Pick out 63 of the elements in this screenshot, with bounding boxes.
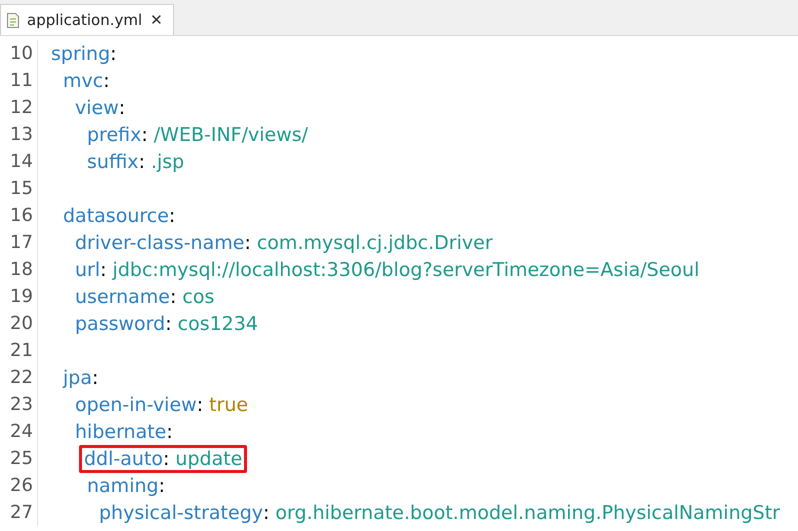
line-number: 10 [0,40,38,67]
line-number: 20 [0,310,38,337]
line-number: 19 [0,283,38,310]
colon: : [110,42,117,64]
yaml-value: update [175,448,242,470]
colon: : [92,366,98,388]
tab-title: application.yml [27,11,142,29]
colon: : [141,124,148,146]
yaml-key: view [75,96,119,118]
colon: : [170,286,176,308]
yaml-value: cos [182,286,214,308]
yaml-key: jpa [63,366,92,388]
yaml-key: hibernate [75,420,166,442]
yaml-key: prefix [87,124,142,146]
yaml-key: naming [87,474,159,496]
close-icon[interactable]: ✕ [150,11,163,29]
yaml-key: suffix [87,150,139,172]
colon: : [244,232,251,254]
colon: : [168,204,176,226]
line-number: 11 [0,67,38,94]
yaml-key: spring [51,42,110,64]
colon: : [165,312,172,334]
yaml-key: url [75,258,100,280]
colon: : [263,502,270,524]
yaml-value: true [209,394,248,416]
line-number: 15 [0,175,38,202]
file-icon [7,12,19,28]
line-number: 25 [0,445,38,472]
yaml-key: datasource [63,204,169,226]
line-number: 23 [0,391,38,418]
yaml-key: physical-strategy [99,502,263,524]
yaml-value: cos1234 [178,312,258,334]
yaml-value: com.mysql.cj.jdbc.Driver [256,232,493,254]
yaml-key: username [75,286,170,308]
yaml-value: org.hibernate.boot.model.naming.PhysicalNamingStr [275,502,780,524]
yaml-key: mvc [63,70,104,92]
colon: : [103,70,110,92]
colon: : [158,474,165,496]
yaml-key: driver-class-name [75,232,244,254]
line-number: 26 [0,472,38,499]
yaml-value: .jsp [150,150,184,172]
line-number: 12 [0,94,38,121]
file-tab[interactable]: application.yml ✕ [0,4,174,35]
yaml-value: /WEB-INF/views/ [154,124,308,146]
yaml-key: ddl-auto [84,448,164,470]
yaml-key: password [75,312,166,334]
colon: : [166,420,173,442]
colon: : [100,258,107,280]
line-number: 24 [0,418,38,445]
yaml-value: jdbc:mysql://localhost:3306/blog?serverTimezone=Asia/Seoul [112,258,700,280]
line-number: 21 [0,337,38,364]
yaml-key: open-in-view [75,394,197,416]
line-number: 16 [0,202,38,229]
line-number: 14 [0,148,38,175]
colon: : [118,96,126,118]
line-number: 13 [0,121,38,148]
line-number: 18 [0,256,38,283]
line-number: 27 [0,499,38,526]
line-number: 17 [0,229,38,256]
colon: : [196,394,204,416]
colon: : [138,150,145,172]
colon: : [163,448,170,470]
line-number: 22 [0,364,38,391]
